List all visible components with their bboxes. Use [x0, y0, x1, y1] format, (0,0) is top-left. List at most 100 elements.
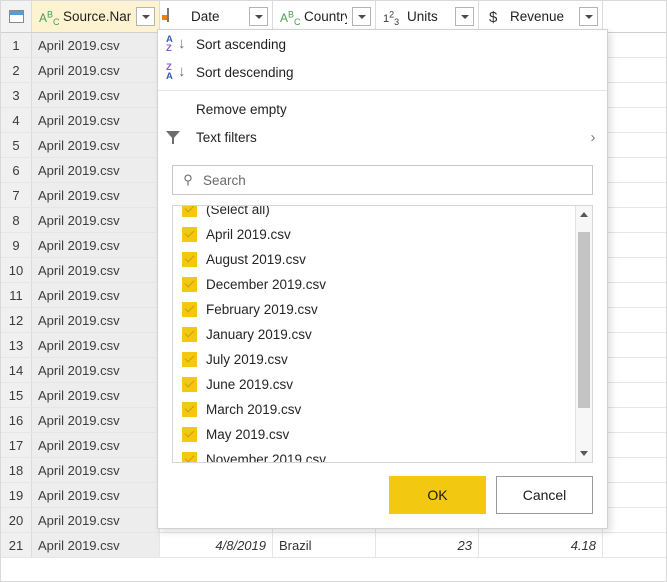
cancel-button[interactable]: Cancel [496, 476, 593, 514]
column-header-revenue[interactable]: $ Revenue [479, 1, 603, 32]
cell-source[interactable]: April 2019.csv [32, 33, 160, 57]
filter-list-item-label: June 2019.csv [206, 377, 294, 392]
sort-za-descending-icon: Z A ↓ [166, 62, 186, 82]
cell-revenue[interactable]: 4.18 [479, 533, 603, 557]
row-number: 4 [1, 108, 32, 132]
row-number: 17 [1, 433, 32, 457]
cell-source[interactable]: April 2019.csv [32, 233, 160, 257]
checkbox-checked-icon[interactable] [182, 206, 197, 217]
abc-text-icon: ABC [280, 9, 301, 28]
cell-source[interactable]: April 2019.csv [32, 158, 160, 182]
cell-source[interactable]: April 2019.csv [32, 483, 160, 507]
scroll-up-button[interactable] [576, 206, 592, 223]
filter-list-item[interactable]: (Select all) [173, 206, 575, 222]
checkbox-checked-icon[interactable] [182, 327, 197, 342]
row-number: 7 [1, 183, 32, 207]
checkbox-checked-icon[interactable] [182, 277, 197, 292]
column-filter-button-date[interactable] [249, 7, 268, 26]
currency-dollar-icon: $ [489, 8, 498, 26]
select-all-corner-cell[interactable] [1, 1, 32, 32]
filter-list-item[interactable]: November 2019.csv [173, 447, 575, 462]
column-header-country[interactable]: ABC Country [273, 1, 376, 32]
filter-value-list: (Select all) April 2019.csv August 2019.cs… [172, 205, 593, 463]
cell-source[interactable]: April 2019.csv [32, 208, 160, 232]
checkbox-checked-icon[interactable] [182, 452, 197, 462]
dialog-button-row: OK Cancel [389, 476, 593, 514]
table-row[interactable]: 21 April 2019.csv 4/8/2019 Brazil 23 4.18 [1, 533, 666, 558]
cell-source[interactable]: April 2019.csv [32, 83, 160, 107]
filter-list-item[interactable]: April 2019.csv [173, 222, 575, 247]
column-filter-button-units[interactable] [455, 7, 474, 26]
power-query-filter-screen: ABCSource.Name Date ABCCountry123Units $ Rev… [0, 0, 667, 582]
cell-source[interactable]: April 2019.csv [32, 408, 160, 432]
ok-button[interactable]: OK [389, 476, 486, 514]
checkbox-checked-icon[interactable] [182, 352, 197, 367]
abc-text-icon: ABC [39, 9, 60, 28]
menu-item-text-filters[interactable]: Text filters › [158, 123, 607, 151]
checkbox-checked-icon[interactable] [182, 377, 197, 392]
chevron-down-icon [357, 14, 366, 19]
filter-list-item-label: December 2019.csv [206, 277, 327, 292]
cell-source[interactable]: April 2019.csv [32, 433, 160, 457]
cell-source[interactable]: April 2019.csv [32, 308, 160, 332]
chevron-down-icon [460, 14, 469, 19]
search-box[interactable]: ⚲ [172, 165, 593, 195]
checkbox-checked-icon[interactable] [182, 402, 197, 417]
filter-list-item[interactable]: March 2019.csv [173, 397, 575, 422]
filter-list-scrollbar[interactable] [575, 206, 592, 462]
column-header-source[interactable]: ABCSource.Name [32, 1, 160, 32]
column-filter-button-source[interactable] [136, 7, 155, 26]
cell-source[interactable]: April 2019.csv [32, 133, 160, 157]
menu-item-remove-empty[interactable]: Remove empty [158, 95, 607, 123]
cell-source[interactable]: April 2019.csv [32, 533, 160, 557]
cell-source[interactable]: April 2019.csv [32, 508, 160, 532]
row-number: 15 [1, 383, 32, 407]
row-number: 19 [1, 483, 32, 507]
cell-source[interactable]: April 2019.csv [32, 458, 160, 482]
filter-list-item-label: (Select all) [206, 206, 270, 217]
filter-list-item[interactable]: July 2019.csv [173, 347, 575, 372]
column-header-label: Date [191, 9, 220, 24]
scrollbar-thumb[interactable] [578, 232, 590, 408]
search-input[interactable] [203, 172, 592, 188]
filter-menu-list: A Z ↓ Sort ascending Z A ↓ Sort descending Remov… [158, 30, 607, 151]
column-filter-button-country[interactable] [352, 7, 371, 26]
cell-source[interactable]: April 2019.csv [32, 333, 160, 357]
filter-list-item[interactable]: February 2019.csv [173, 297, 575, 322]
menu-item-sort-ascending[interactable]: A Z ↓ Sort ascending [158, 30, 607, 58]
scroll-down-button[interactable] [576, 445, 592, 462]
checkbox-checked-icon[interactable] [182, 427, 197, 442]
filter-list-item[interactable]: January 2019.csv [173, 322, 575, 347]
column-header-date[interactable]: Date [160, 1, 273, 32]
column-filter-button-revenue[interactable] [579, 7, 598, 26]
checkbox-checked-icon[interactable] [182, 302, 197, 317]
cell-source[interactable]: April 2019.csv [32, 383, 160, 407]
row-number: 8 [1, 208, 32, 232]
checkbox-checked-icon[interactable] [182, 227, 197, 242]
filter-list-item[interactable]: June 2019.csv [173, 372, 575, 397]
cell-source[interactable]: April 2019.csv [32, 358, 160, 382]
column-header-units[interactable]: 123 Units [376, 1, 479, 32]
chevron-down-icon [580, 451, 588, 456]
chevron-down-icon [584, 14, 593, 19]
filter-list-item[interactable]: December 2019.csv [173, 272, 575, 297]
chevron-down-icon [254, 14, 263, 19]
cell-date[interactable]: 4/8/2019 [160, 533, 273, 557]
row-number: 20 [1, 508, 32, 532]
menu-item-sort-descending[interactable]: Z A ↓ Sort descending [158, 58, 607, 86]
calendar-date-icon [167, 7, 186, 26]
row-number: 18 [1, 458, 32, 482]
column-header-label: Revenue [510, 9, 565, 24]
row-number: 9 [1, 233, 32, 257]
cell-source[interactable]: April 2019.csv [32, 58, 160, 82]
cell-source[interactable]: April 2019.csv [32, 258, 160, 282]
cell-source[interactable]: April 2019.csv [32, 283, 160, 307]
cell-units[interactable]: 23 [376, 533, 479, 557]
cell-source[interactable]: April 2019.csv [32, 183, 160, 207]
filter-list-item[interactable]: August 2019.csv [173, 247, 575, 272]
cell-source[interactable]: April 2019.csv [32, 108, 160, 132]
row-number: 1 [1, 33, 32, 57]
filter-list-item[interactable]: May 2019.csv [173, 422, 575, 447]
checkbox-checked-icon[interactable] [182, 252, 197, 267]
cell-country[interactable]: Brazil [273, 533, 376, 557]
